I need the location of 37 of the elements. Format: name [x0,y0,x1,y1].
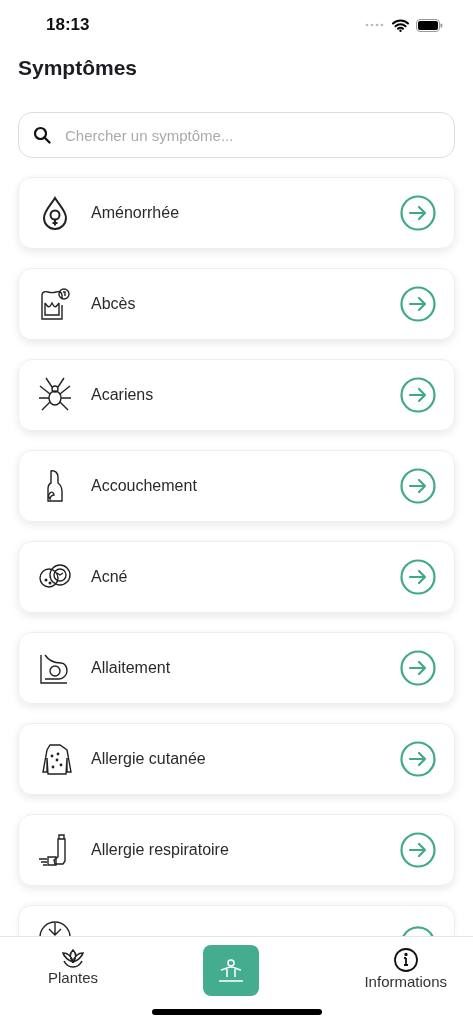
status-time: 18:13 [46,15,90,35]
wifi-icon [392,18,409,32]
arrow-right-icon [400,832,436,868]
symptom-card[interactable]: Accouchement [18,450,455,522]
arrow-right-icon [400,650,436,686]
symptom-card[interactable]: Aménorrhée [18,177,455,249]
symptom-card[interactable]: Acariens [18,359,455,431]
symptom-label: Abcès [91,295,137,313]
search-field[interactable]: Chercher un symptôme... [18,112,455,158]
symptom-label: Allaitement [91,659,172,677]
search-icon [33,126,51,144]
symptom-card[interactable]: Allaitement [18,632,455,704]
symptom-label: Allergie respiratoire [91,841,230,859]
info-icon [392,947,419,973]
arrow-right-icon [400,377,436,413]
arrow-right-icon [400,559,436,595]
symptom-card[interactable]: Abcès [18,268,455,340]
arrow-right-icon [400,468,436,504]
lotus-icon [60,947,86,969]
arrow-right-icon [400,195,436,231]
symptom-label: Acariens [91,386,155,404]
symptom-label: Aménorrhée [91,204,181,222]
battery-icon [416,18,443,32]
symptom-card[interactable]: Allergie cutanée [18,723,455,795]
search-input[interactable]: Chercher un symptôme... [63,125,440,145]
arrow-right-icon [400,286,436,322]
tab[interactable] [203,945,260,996]
symptom-label: Accouchement [91,477,198,495]
symptom-label: Allergie cutanée [91,750,207,768]
arrow-right-icon [400,741,436,777]
page-title: Symptômes [18,56,139,80]
symptom-label: Acné [91,568,129,586]
tab[interactable]: Plantes [44,945,103,988]
symptom-card[interactable]: Allergie respiratoire [18,814,455,886]
symptom-card[interactable]: Acné [18,541,455,613]
tab[interactable]: Informations [360,945,451,992]
signal-icon [365,23,385,27]
